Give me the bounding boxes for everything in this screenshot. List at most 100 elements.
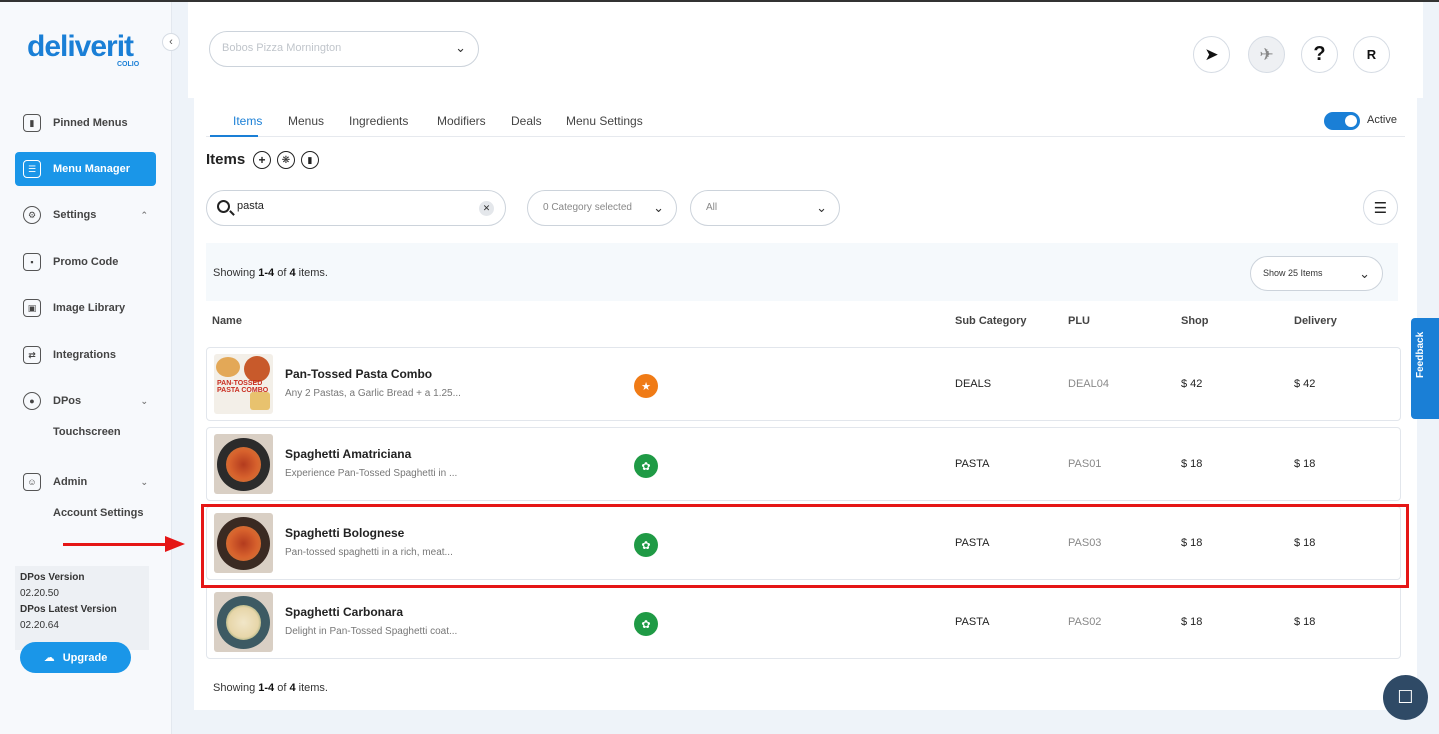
chat-icon: ☐ — [1397, 687, 1414, 707]
item-shop-price: $ 18 — [1181, 616, 1203, 628]
dpos-version-value: 02.20.50 — [20, 588, 59, 599]
showing-summary: Showing 1-4 of 4 items. — [213, 267, 328, 279]
sidebar-item-promo-code[interactable]: ▪ Promo Code — [15, 245, 156, 279]
sidebar-subitem-touchscreen[interactable]: Touchscreen — [53, 426, 121, 438]
column-header-plu[interactable]: PLU — [1068, 315, 1090, 327]
sidebar-collapse-button[interactable]: ‹ — [162, 33, 180, 51]
store-select[interactable]: Bobos Pizza Mornington ⌄ — [209, 31, 479, 67]
item-shop-price: $ 18 — [1181, 458, 1203, 470]
cloud-upload-icon: ☁ — [43, 652, 55, 664]
clear-search-icon[interactable]: ✕ — [479, 201, 494, 216]
item-plu: DEAL04 — [1068, 378, 1109, 390]
column-header-name[interactable]: Name — [212, 315, 242, 327]
item-name[interactable]: Spaghetti Amatriciana — [285, 447, 411, 461]
tab-menu-settings[interactable]: Menu Settings — [566, 114, 643, 128]
showing-range: 1-4 — [258, 267, 275, 279]
store-select-value: Bobos Pizza Mornington — [222, 42, 342, 54]
showing-summary-bottom: Showing 1-4 of 4 items. — [213, 682, 328, 694]
search-input-wrapper[interactable]: ✕ — [206, 190, 506, 226]
status-filter-dropdown[interactable]: All ⌄ — [690, 190, 840, 226]
plug-icon: ⇄ — [23, 346, 41, 364]
chevron-down-icon: ⌄ — [1359, 266, 1370, 281]
upgrade-button[interactable]: ☁ Upgrade — [20, 642, 131, 673]
table-row[interactable]: Spaghetti Amatriciana Experience Pan-Tos… — [206, 427, 1401, 501]
feedback-label: Feedback — [1415, 331, 1426, 378]
column-header-shop[interactable]: Shop — [1181, 315, 1209, 327]
sidebar-item-settings[interactable]: ⚙ Settings ⌃ — [15, 198, 156, 232]
active-toggle[interactable] — [1324, 112, 1360, 130]
upgrade-label: Upgrade — [62, 651, 108, 664]
food-graphic — [226, 447, 261, 482]
showing-suffix: items. — [295, 267, 328, 279]
leaf-icon: ✿ — [634, 533, 658, 557]
filter-pointer-icon: ☰ — [1373, 199, 1388, 217]
item-description: Any 2 Pastas, a Garlic Bread + a 1.25... — [285, 388, 461, 399]
sidebar-item-admin[interactable]: ☺ Admin ⌄ — [15, 465, 156, 499]
sidebar-item-image-library[interactable]: ▣ Image Library — [15, 291, 156, 325]
item-delivery-price: $ 18 — [1294, 616, 1316, 628]
tab-items[interactable]: Items — [233, 114, 262, 128]
bookmark-icon[interactable]: ▮ — [301, 151, 319, 169]
chevron-down-icon: ⌄ — [816, 200, 827, 215]
dpos-version-label: DPos Version — [20, 572, 85, 583]
chevron-down-icon: ⌄ — [653, 200, 664, 215]
sidebar-item-label: Menu Manager — [53, 163, 131, 175]
logo-subtext: COLIO — [117, 61, 140, 68]
showing-prefix: Showing — [213, 682, 259, 694]
showing-range: 1-4 — [258, 682, 275, 694]
sidebar-subitem-account-settings[interactable]: Account Settings — [53, 507, 143, 519]
page-size-dropdown[interactable]: Show 25 Items ⌄ — [1250, 256, 1383, 291]
item-sub-category: DEALS — [955, 378, 992, 390]
sidebar-item-label: Admin — [53, 476, 88, 488]
gear-icon: ⚙ — [23, 206, 41, 224]
version-info: DPos Version 02.20.50 DPos Latest Versio… — [15, 566, 149, 650]
pos-icon: ● — [23, 392, 41, 410]
tab-menus[interactable]: Menus — [288, 114, 324, 128]
status-filter-value: All — [706, 202, 718, 213]
chevron-down-icon: ⌄ — [455, 40, 466, 55]
search-icon — [217, 200, 230, 213]
sidebar-item-integrations[interactable]: ⇄ Integrations — [15, 338, 156, 372]
plate-graphic — [217, 438, 270, 491]
column-header-sub-category[interactable]: Sub Category — [955, 315, 1027, 327]
help-button[interactable]: ? — [1301, 36, 1338, 73]
tag-icon: ▪ — [23, 253, 41, 271]
whats-new-button[interactable]: ✈ — [1248, 36, 1285, 73]
sidebar-item-dpos[interactable]: ● DPos ⌄ — [15, 384, 156, 418]
help-icon: ? — [1313, 43, 1326, 65]
item-name[interactable]: Spaghetti Bolognese — [285, 526, 404, 540]
annotation-arrow-head — [165, 536, 185, 552]
item-image — [214, 513, 273, 573]
tab-ingredients[interactable]: Ingredients — [349, 114, 408, 128]
column-header-delivery[interactable]: Delivery — [1294, 315, 1337, 327]
page-size-value: Show 25 Items — [1263, 268, 1323, 278]
table-row[interactable]: PAN-TOSSED PASTA COMBO Pan-Tossed Pasta … — [206, 347, 1401, 421]
item-delivery-price: $ 42 — [1294, 378, 1316, 390]
sidebar-item-label: Integrations — [53, 349, 116, 361]
category-filter-dropdown[interactable]: 0 Category selected ⌄ — [527, 190, 677, 226]
item-name[interactable]: Spaghetti Carbonara — [285, 605, 403, 619]
combo-food-graphic — [216, 357, 240, 377]
table-row[interactable]: Spaghetti Carbonara Delight in Pan-Tosse… — [206, 585, 1401, 659]
chevron-up-icon: ⌃ — [140, 209, 148, 220]
table-row[interactable]: Spaghetti Bolognese Pan-tossed spaghetti… — [206, 506, 1401, 580]
menu-icon: ☰ — [23, 160, 41, 178]
sidebar-item-pinned-menus[interactable]: ▮ Pinned Menus — [15, 106, 156, 140]
sidebar: deliverit COLIO ▮ Pinned Menus ☰ Menu Ma… — [0, 2, 172, 734]
feedback-tab[interactable]: Feedback — [1411, 318, 1439, 419]
tab-deals[interactable]: Deals — [511, 114, 542, 128]
settings-cog-icon[interactable]: ❋ — [277, 151, 295, 169]
filter-button[interactable]: ☰ — [1363, 190, 1398, 225]
tab-modifiers[interactable]: Modifiers — [437, 114, 486, 128]
add-item-icon[interactable]: + — [253, 151, 271, 169]
announcement-button[interactable]: ➤ — [1193, 36, 1230, 73]
chat-button[interactable]: ☐ — [1383, 675, 1428, 720]
sidebar-item-label: Pinned Menus — [53, 117, 128, 129]
item-name[interactable]: Pan-Tossed Pasta Combo — [285, 367, 432, 381]
item-description: Experience Pan-Tossed Spaghetti in ... — [285, 468, 458, 479]
search-input[interactable] — [237, 200, 467, 212]
user-avatar-button[interactable]: R — [1353, 36, 1390, 73]
combo-food-graphic — [250, 392, 270, 410]
item-description: Pan-tossed spaghetti in a rich, meat... — [285, 547, 453, 558]
sidebar-item-menu-manager[interactable]: ☰ Menu Manager — [15, 152, 156, 186]
